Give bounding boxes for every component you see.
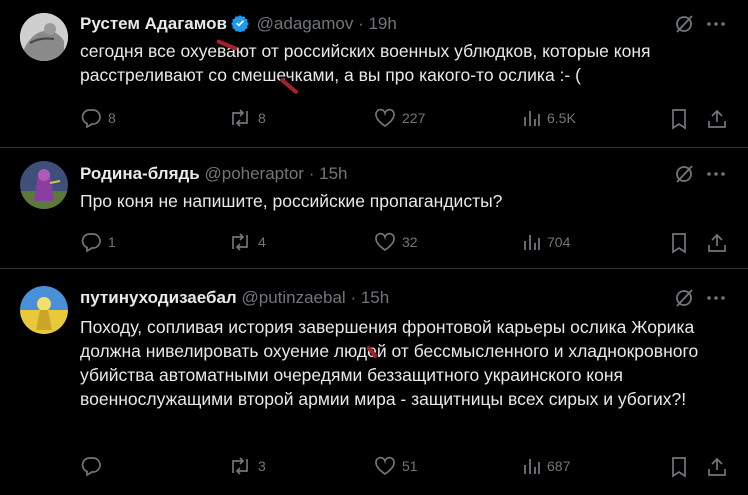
reply-icon — [81, 233, 101, 252]
repost-icon — [232, 109, 248, 127]
author-name[interactable]: путинуходизаебал — [80, 288, 237, 307]
timestamp[interactable]: 19h — [368, 14, 396, 33]
views-button[interactable]: 687 — [523, 456, 570, 476]
tweet-header: Рустем Адагамов @adagamov · 19h — [80, 14, 397, 37]
views-count: 704 — [547, 234, 571, 250]
bookmark-icon[interactable] — [668, 456, 690, 478]
reply-button[interactable]: 1 — [80, 232, 116, 252]
reply-button[interactable] — [80, 456, 108, 476]
separator: · — [358, 14, 364, 33]
tweet-header: Родина-блядь @poheraptor · 15h — [80, 164, 348, 184]
timestamp[interactable]: 15h — [361, 288, 389, 307]
grok-icon[interactable] — [673, 163, 695, 185]
views-button[interactable]: 704 — [523, 232, 570, 252]
author-handle[interactable]: @poheraptor — [204, 164, 304, 183]
reply-count: 8 — [108, 110, 116, 126]
like-count: 32 — [402, 234, 418, 250]
tweet-text: Походу, сопливая история завершения фрон… — [80, 317, 699, 409]
avatar-poheraptor[interactable] — [20, 161, 68, 209]
repost-count: 3 — [258, 458, 266, 474]
like-icon — [375, 108, 395, 127]
avatar-adagamov[interactable] — [20, 13, 68, 61]
avatar-putinzaebal[interactable] — [20, 286, 68, 334]
like-button[interactable]: 227 — [374, 108, 425, 128]
grok-icon[interactable] — [673, 287, 695, 309]
tweet-text: сегодня все охуевают от российских военн… — [80, 41, 651, 85]
share-icon[interactable] — [706, 232, 728, 254]
like-button[interactable]: 32 — [374, 232, 418, 252]
like-icon — [375, 456, 395, 475]
repost-icon — [232, 233, 248, 251]
timestamp[interactable]: 15h — [319, 164, 347, 183]
tweet-text: Про коня не напишите, российские пропага… — [80, 191, 503, 211]
share-icon[interactable] — [706, 108, 728, 130]
repost-count: 8 — [258, 110, 266, 126]
reply-icon — [81, 109, 101, 128]
views-button[interactable]: 6.5K — [523, 108, 576, 128]
bookmark-icon[interactable] — [668, 232, 690, 254]
repost-icon — [232, 457, 248, 475]
share-icon[interactable] — [706, 456, 728, 478]
repost-count: 4 — [258, 234, 266, 250]
reply-button[interactable]: 8 — [80, 108, 116, 128]
reply-count: 1 — [108, 234, 116, 250]
views-icon — [524, 459, 540, 474]
views-icon — [524, 111, 540, 126]
like-button[interactable]: 51 — [374, 456, 418, 476]
verified-badge-icon — [231, 14, 249, 37]
repost-button[interactable]: 8 — [228, 108, 266, 128]
repost-button[interactable]: 3 — [228, 456, 266, 476]
more-icon[interactable] — [705, 163, 727, 185]
reply-icon — [81, 457, 101, 476]
separator: · — [350, 288, 357, 307]
views-count: 6.5K — [547, 110, 576, 126]
separator: · — [308, 164, 315, 183]
author-name[interactable]: Рустем Адагамов — [80, 14, 227, 33]
author-handle[interactable]: @adagamov — [257, 14, 354, 33]
author-name[interactable]: Родина-блядь — [80, 164, 200, 183]
more-icon[interactable] — [705, 287, 727, 309]
like-icon — [375, 232, 395, 251]
tweet-2[interactable]: Родина-блядь @poheraptor · 15h Про коня … — [0, 148, 748, 267]
views-count: 687 — [547, 458, 571, 474]
grok-icon[interactable] — [673, 13, 695, 35]
tweet-1[interactable]: Рустем Адагамов @adagamov · 19h сегодня … — [0, 0, 748, 147]
like-count: 227 — [402, 110, 426, 126]
repost-button[interactable]: 4 — [228, 232, 266, 252]
views-icon — [524, 235, 540, 250]
tweet-3[interactable]: путинуходизаебал @putinzaebal · 15h Похо… — [0, 269, 748, 495]
bookmark-icon[interactable] — [668, 108, 690, 130]
like-count: 51 — [402, 458, 418, 474]
tweet-header: путинуходизаебал @putinzaebal · 15h — [80, 288, 389, 308]
more-icon[interactable] — [705, 13, 727, 35]
author-handle[interactable]: @putinzaebal — [241, 288, 345, 307]
